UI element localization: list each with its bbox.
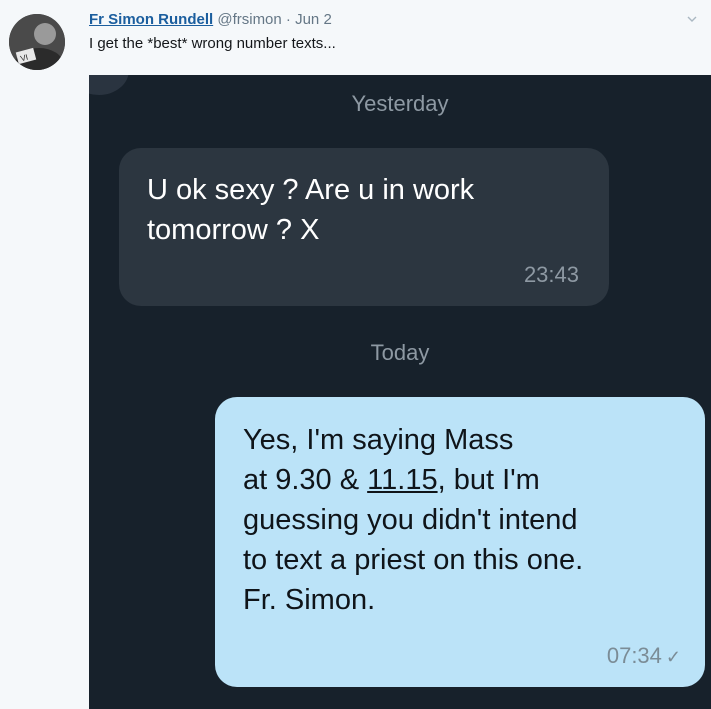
outgoing-line-2-post: , but I'm [437,464,540,496]
date-divider-yesterday: Yesterday [351,91,449,116]
author-line: Fr Simon Rundell @frsimon · Jun 2 [89,11,332,28]
outgoing-line-1: Yes, I'm saying Mass [243,424,514,456]
separator: · [285,11,291,28]
incoming-line-1: U ok sexy ? Are u in work [147,174,475,206]
tweet-date[interactable]: Jun 2 [295,11,332,28]
author-handle[interactable]: @frsimon [217,11,281,28]
outgoing-timestamp: 07:34 [606,643,662,668]
incoming-timestamp: 23:43 [523,262,579,287]
tweet-text: I get the *best* wrong number texts... [89,35,336,52]
single-check-icon: ✓ [665,647,681,667]
time-link[interactable]: 11.15 [367,464,437,496]
outgoing-line-2-pre: at 9.30 & [243,464,368,496]
chevron-down-icon[interactable] [687,14,697,24]
avatar-photo: VI [9,14,65,70]
outgoing-line-4: to text a priest on this one. [243,544,584,576]
avatar[interactable]: VI [9,14,65,70]
outgoing-line-3: guessing you didn't intend [243,504,578,536]
incoming-line-2: tomorrow ? X [147,214,320,246]
outgoing-message-bubble: Yes, I'm saying Mass at 9.30 & 11.15, bu… [215,397,705,687]
incoming-message-text: U ok sexy ? Are u in work tomorrow ? X [147,170,474,250]
incoming-message-bubble: U ok sexy ? Are u in work tomorrow ? X 2… [119,148,609,306]
outgoing-timestamp-row: 07:34 ✓ [607,643,681,669]
author-name[interactable]: Fr Simon Rundell [89,11,213,28]
outgoing-line-5: Fr. Simon. [243,584,376,616]
tweet-header: VI Fr Simon Rundell @frsimon · Jun 2 I g… [0,0,711,80]
attached-screenshot[interactable]: Yesterday U ok sexy ? Are u in work tomo… [89,75,711,709]
outgoing-message-text: Yes, I'm saying Mass at 9.30 & 11.15, bu… [243,420,693,620]
outgoing-line-2: at 9.30 & 11.15, but I'm [243,460,693,500]
date-divider-today: Today [370,340,430,365]
